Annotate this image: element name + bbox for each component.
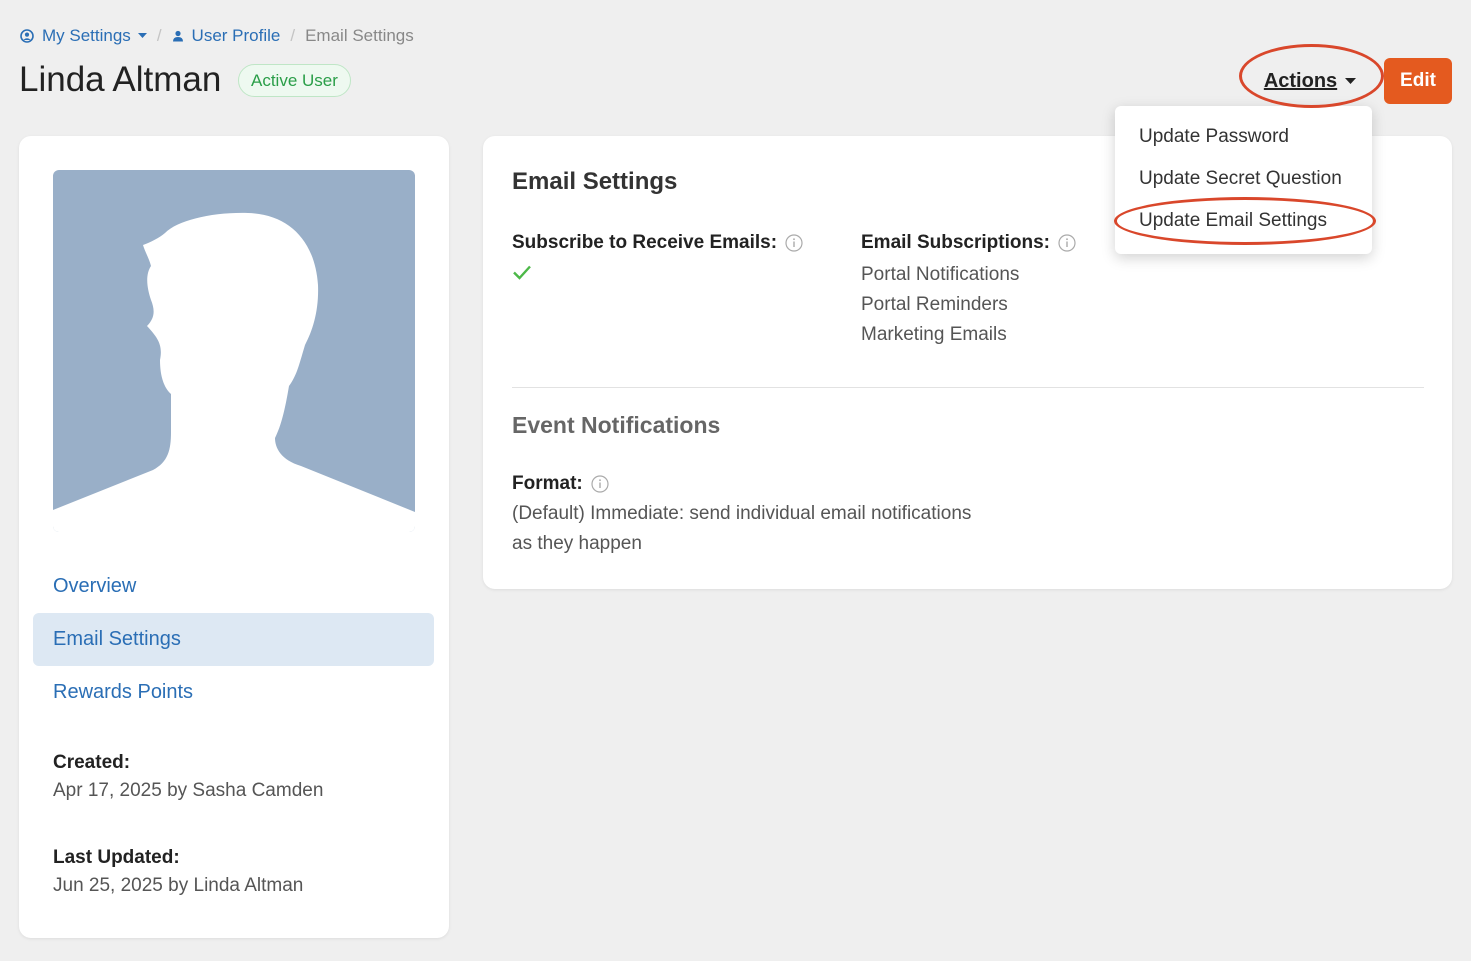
- last-updated-info: Last Updated: Jun 25, 2025 by Linda Altm…: [53, 847, 303, 897]
- list-item: Marketing Emails: [861, 324, 1007, 345]
- caret-down-icon: [1345, 77, 1357, 84]
- breadcrumb: My Settings / User Profile / Email Setti…: [20, 26, 414, 46]
- actions-button-label: Actions: [1263, 69, 1338, 92]
- sidebar-item-overview[interactable]: Overview: [33, 560, 434, 613]
- email-subscriptions-block: Email Subscriptions: Portal Notification…: [861, 232, 1076, 350]
- breadcrumb-separator: /: [290, 26, 296, 45]
- edit-button[interactable]: Edit: [1384, 58, 1452, 104]
- last-updated-value: Jun 25, 2025 by Linda Altman: [53, 875, 304, 896]
- breadcrumb-separator: /: [156, 26, 162, 45]
- format-block: Format: (Default) Immediate: send indivi…: [512, 473, 982, 559]
- menu-item-update-password[interactable]: Update Password: [1115, 116, 1372, 158]
- status-badge: Active User: [238, 64, 351, 97]
- check-icon: [513, 265, 531, 280]
- sidebar-item-email-settings[interactable]: Email Settings: [33, 613, 434, 666]
- subscriptions-label-text: Email Subscriptions:: [861, 232, 1050, 253]
- profile-side-nav: Overview Email Settings Rewards Points: [33, 560, 434, 719]
- avatar: [53, 170, 415, 532]
- info-icon[interactable]: [1058, 234, 1076, 252]
- list-item: Portal Notifications: [861, 264, 1020, 285]
- last-updated-label: Last Updated:: [53, 847, 180, 868]
- breadcrumb-current: Email Settings: [305, 26, 414, 45]
- user-circle-icon: [20, 29, 34, 43]
- profile-card: Overview Email Settings Rewards Points C…: [19, 136, 449, 938]
- format-label: Format:: [512, 473, 982, 495]
- breadcrumb-my-settings-label: My Settings: [42, 26, 131, 45]
- person-icon: [172, 30, 183, 42]
- person-silhouette-icon: [53, 212, 415, 532]
- actions-button[interactable]: Actions: [1248, 59, 1372, 103]
- sidebar-item-rewards-points[interactable]: Rewards Points: [33, 666, 434, 719]
- created-info: Created: Apr 17, 2025 by Sasha Camden: [53, 752, 323, 802]
- event-notifications-title: Event Notifications: [512, 412, 721, 438]
- created-value: Apr 17, 2025 by Sasha Camden: [53, 780, 324, 801]
- subscribe-label-text: Subscribe to Receive Emails:: [512, 232, 778, 253]
- list-item: Portal Reminders: [861, 294, 1008, 315]
- info-icon[interactable]: [785, 234, 803, 252]
- menu-item-update-secret-question[interactable]: Update Secret Question: [1115, 158, 1372, 200]
- breadcrumb-my-settings[interactable]: My Settings: [20, 26, 147, 46]
- format-value: (Default) Immediate: send individual ema…: [512, 503, 972, 554]
- breadcrumb-user-profile[interactable]: User Profile: [172, 26, 281, 46]
- page-title: Linda Altman: [19, 60, 222, 99]
- section-title: Email Settings: [512, 168, 678, 195]
- subscribe-label: Subscribe to Receive Emails:: [512, 232, 803, 254]
- actions-dropdown-menu: Update Password Update Secret Question U…: [1115, 106, 1372, 254]
- subscriptions-list: Portal Notifications Portal Reminders Ma…: [861, 260, 1076, 350]
- menu-item-update-email-settings[interactable]: Update Email Settings: [1115, 200, 1372, 242]
- format-label-text: Format:: [512, 473, 583, 494]
- info-icon[interactable]: [591, 475, 609, 493]
- created-label: Created:: [53, 752, 131, 773]
- breadcrumb-user-profile-label: User Profile: [191, 26, 281, 45]
- caret-down-icon: [137, 33, 147, 38]
- subscribe-block: Subscribe to Receive Emails:: [512, 232, 803, 280]
- subscriptions-label: Email Subscriptions:: [861, 232, 1076, 254]
- divider: [512, 387, 1424, 388]
